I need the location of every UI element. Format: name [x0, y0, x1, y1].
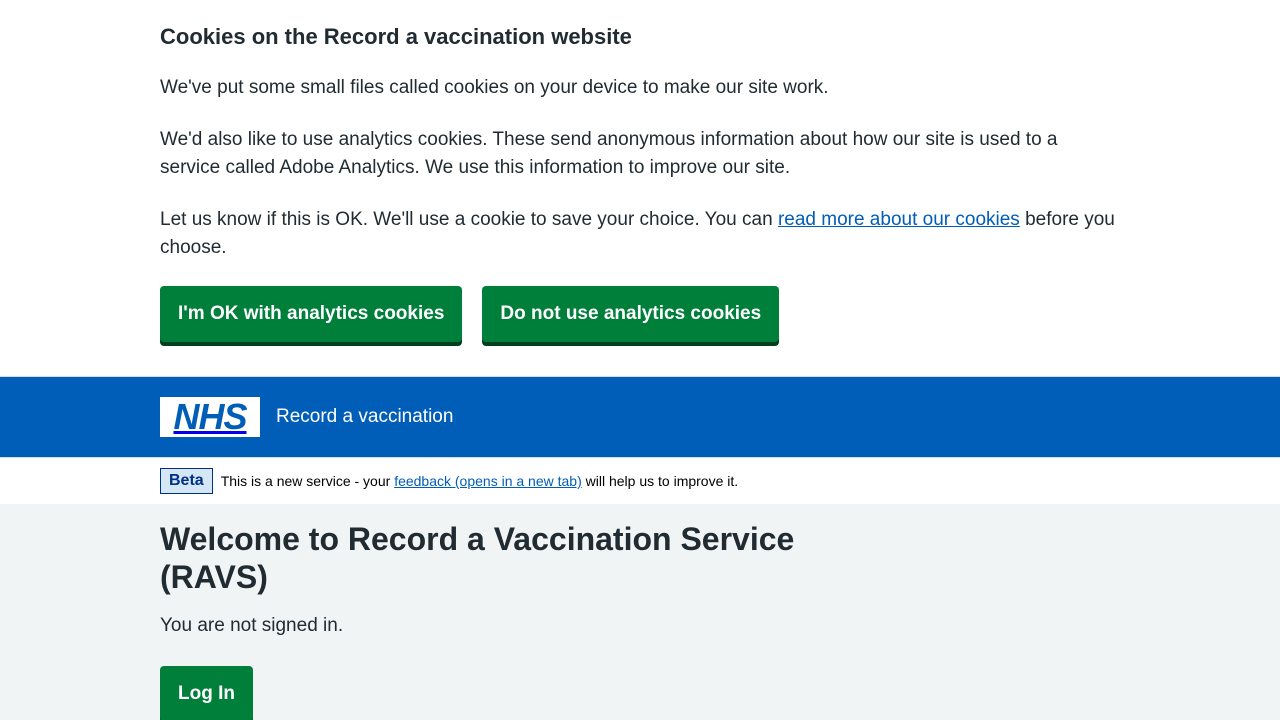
nhs-logo[interactable]: NHS	[160, 397, 260, 437]
read-more-cookies-link[interactable]: read more about our cookies	[778, 209, 1020, 230]
cookie-banner-text-3: Let us know if this is OK. We'll use a c…	[160, 206, 1120, 262]
cookie-buttons: I'm OK with analytics cookies Do not use…	[160, 286, 1120, 342]
cookie-banner: Cookies on the Record a vaccination webs…	[0, 0, 1280, 377]
log-in-button[interactable]: Log In	[160, 666, 253, 720]
main-content: Welcome to Record a Vaccination Service …	[0, 504, 1280, 720]
phase-banner-text: This is a new service - your feedback (o…	[221, 473, 738, 489]
cookie-banner-text-2: We'd also like to use analytics cookies.…	[160, 129, 1058, 178]
cookie-text-3-before: Let us know if this is OK. We'll use a c…	[160, 209, 778, 230]
site-header: NHS Record a vaccination	[0, 377, 1280, 457]
sign-in-status: You are not signed in.	[160, 615, 344, 636]
feedback-link[interactable]: feedback (opens in a new tab)	[394, 473, 582, 489]
accept-analytics-cookies-button[interactable]: I'm OK with analytics cookies	[160, 286, 463, 342]
phase-banner: Beta This is a new service - your feedba…	[0, 457, 1280, 504]
nhs-logo-text: NHS	[173, 396, 247, 437]
page-title: Welcome to Record a Vaccination Service …	[160, 521, 795, 595]
service-name-link[interactable]: Record a vaccination	[276, 406, 453, 428]
beta-tag: Beta	[160, 468, 213, 494]
phase-text-before: This is a new service - your	[220, 473, 395, 489]
cookie-banner-text-1: We've put some small files called cookie…	[160, 77, 829, 98]
cookie-banner-title: Cookies on the Record a vaccination webs…	[160, 24, 632, 49]
reject-analytics-cookies-button[interactable]: Do not use analytics cookies	[482, 286, 780, 342]
phase-text-after: will help us to improve it.	[581, 473, 739, 489]
